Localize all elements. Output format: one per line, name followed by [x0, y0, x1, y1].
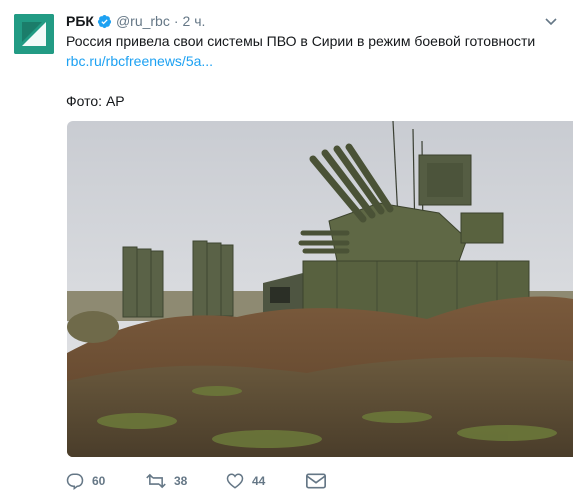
avatar[interactable]	[14, 14, 54, 54]
tweet-header: РБК @ru_rbc · 2 ч.	[66, 11, 205, 31]
retweet-count: 38	[174, 474, 188, 488]
chevron-down-icon[interactable]	[541, 14, 561, 30]
tweet-photo[interactable]	[67, 121, 573, 457]
direct-message-button[interactable]	[306, 473, 386, 489]
tweet[interactable]: РБК @ru_rbc · 2 ч. Россия привела свои с…	[0, 0, 573, 499]
reply-icon	[66, 473, 84, 490]
reply-button[interactable]: 60	[66, 472, 146, 490]
rbc-logo-icon	[14, 14, 54, 54]
retweet-icon	[146, 473, 166, 489]
heart-icon	[226, 473, 244, 489]
tweet-link[interactable]: rbc.ru/rbcfreenews/5a...	[66, 51, 213, 71]
account-handle[interactable]: @ru_rbc	[116, 13, 170, 29]
like-button[interactable]: 44	[226, 472, 306, 490]
verified-badge-icon	[97, 14, 112, 29]
tweet-timestamp[interactable]: 2 ч.	[183, 13, 206, 29]
photo-air-defense-systems	[67, 121, 573, 457]
reply-count: 60	[92, 474, 106, 488]
separator-dot: ·	[173, 13, 179, 29]
photo-credit: Фото: AP	[66, 93, 125, 109]
retweet-button[interactable]: 38	[146, 472, 226, 490]
account-name[interactable]: РБК	[66, 13, 94, 29]
tweet-text: Россия привела свои системы ПВО в Сирии …	[66, 33, 536, 49]
envelope-icon	[306, 473, 326, 489]
tweet-actions: 60 38 44	[66, 471, 386, 491]
like-count: 44	[252, 474, 266, 488]
